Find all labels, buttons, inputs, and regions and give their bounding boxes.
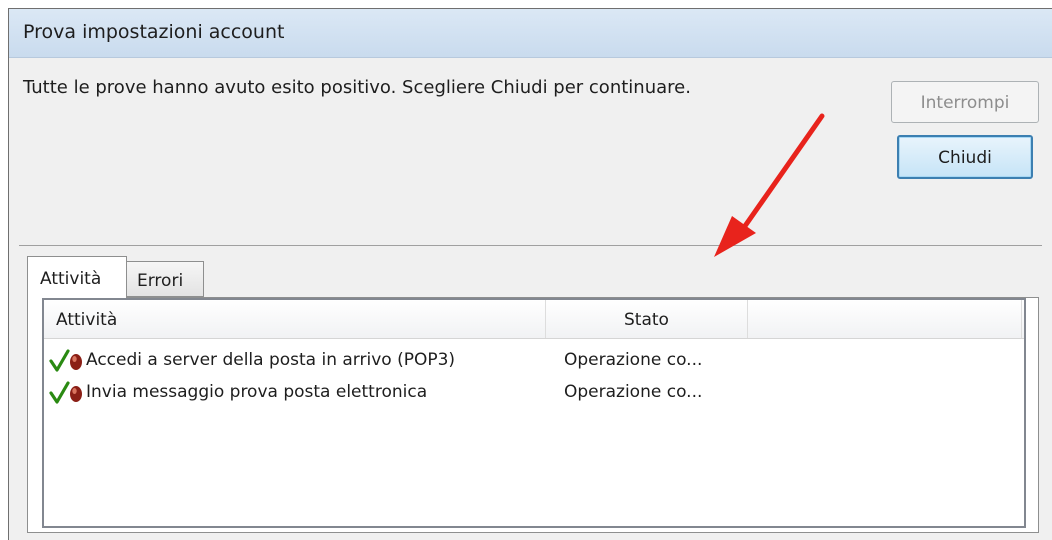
close-button[interactable]: Chiudi — [897, 135, 1033, 179]
stop-button[interactable]: Interrompi — [891, 81, 1039, 123]
tab-panel: Attività Stato Accedi a server della pos… — [27, 297, 1039, 533]
column-header-empty — [748, 300, 1022, 338]
row-task: Invia messaggio prova posta elettronica — [86, 382, 428, 402]
row-status: Operazione co... — [564, 350, 703, 370]
row-status: Operazione co... — [564, 382, 703, 402]
check-icon — [49, 381, 82, 404]
window-title: Prova impostazioni account — [23, 21, 285, 43]
task-list[interactable]: Attività Stato Accedi a server della pos… — [42, 298, 1026, 528]
result-message: Tutte le prove hanno avuto esito positiv… — [23, 77, 691, 98]
table-row[interactable]: Invia messaggio prova posta elettronica … — [44, 376, 1024, 408]
table-row[interactable]: Accedi a server della posta in arrivo (P… — [44, 344, 1024, 376]
check-icon — [49, 349, 82, 372]
row-task: Accedi a server della posta in arrivo (P… — [86, 350, 456, 370]
tab-errori[interactable]: Errori — [126, 261, 204, 297]
column-header-stato[interactable]: Stato — [546, 300, 748, 338]
title-bar: Prova impostazioni account — [9, 9, 1052, 58]
tab-attivita[interactable]: Attività — [27, 256, 127, 298]
column-header-attivita[interactable]: Attività — [44, 300, 546, 338]
list-header: Attività Stato — [44, 300, 1024, 339]
test-account-settings-dialog: Prova impostazioni account Tutte le prov… — [8, 8, 1052, 540]
divider — [19, 245, 1042, 246]
